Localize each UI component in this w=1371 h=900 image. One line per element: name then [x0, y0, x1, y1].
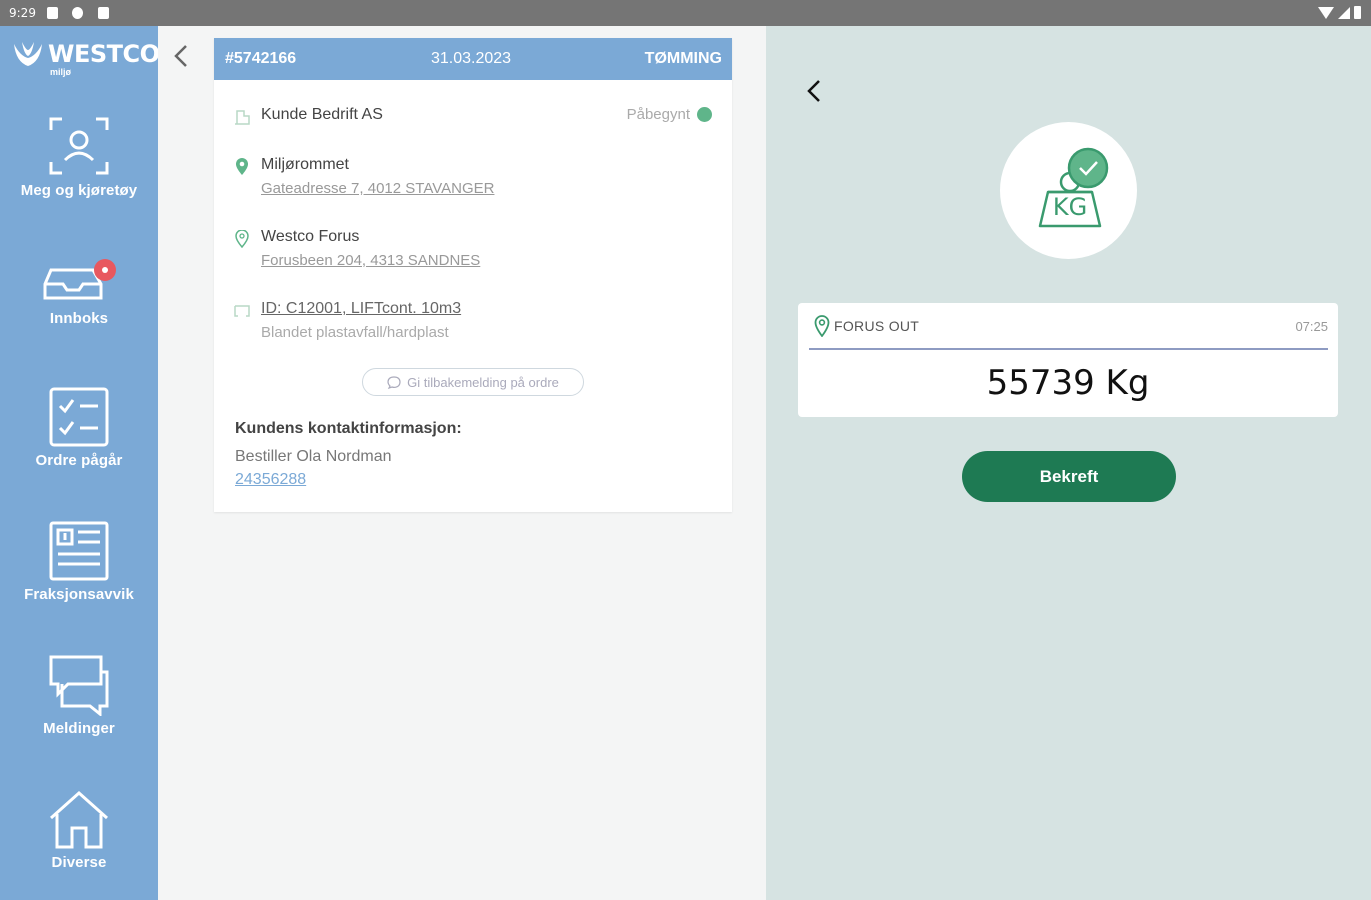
container-row: ID: C12001, LIFTcont. 10m3 Blandet plast… — [234, 300, 712, 348]
logo-subtitle: miljø — [50, 67, 72, 77]
sidebar-item-label: Innboks — [49, 310, 109, 327]
feedback-button[interactable]: Gi tilbakemelding på ordre — [362, 368, 584, 396]
back-arrow-icon[interactable] — [804, 76, 826, 106]
confirm-button[interactable]: Bekreft — [962, 451, 1176, 502]
back-arrow-icon[interactable] — [170, 42, 194, 70]
sidebar-item-label: Meg og kjøretøy — [20, 182, 138, 199]
fraction-name: Blandet plastavfall/hardplast — [261, 324, 449, 341]
status-bar: 9:29 — [0, 0, 1371, 26]
contact-title: Kundens kontaktinformasjon: — [235, 420, 462, 437]
order-date: 31.03.2023 — [431, 50, 512, 67]
checklist-icon — [49, 387, 109, 447]
weigh-time: 07:25 — [1295, 319, 1328, 334]
sidebar-item-innboks[interactable]: Innboks — [0, 256, 158, 366]
sidebar-item-label: Ordre pågår — [35, 452, 123, 469]
notification-icon — [47, 7, 58, 19]
sidebar-item-fraksjonsavvik[interactable]: Fraksjonsavvik — [0, 520, 158, 630]
order-card-header: #5742166 31.03.2023 TØMMING — [214, 38, 732, 80]
sidebar-item-label: Meldinger — [43, 720, 115, 737]
order-panel: #5742166 31.03.2023 TØMMING Kunde Bedrif… — [158, 26, 766, 900]
weight-illustration: KG — [1000, 122, 1137, 259]
logo-text: WESTCO — [48, 40, 160, 68]
order-status: Påbegynt — [627, 106, 712, 123]
sidebar-item-meldinger[interactable]: Meldinger — [0, 654, 158, 764]
logo-leaf-icon — [14, 42, 42, 66]
weight-value: 55739 Kg — [986, 363, 1150, 403]
dropoff-row: Westco Forus Forusbeen 204, 4313 SANDNES — [234, 228, 712, 276]
sync-icon — [72, 7, 83, 19]
location-pin-outline-icon — [235, 230, 249, 248]
home-icon — [50, 790, 108, 849]
confirm-label: Bekreft — [1039, 466, 1099, 486]
contact-name: Bestiller Ola Nordman — [235, 448, 392, 465]
report-icon — [49, 521, 109, 581]
divider — [809, 348, 1328, 350]
container-id[interactable]: ID: C12001, LIFTcont. 10m3 — [261, 300, 461, 318]
building-icon — [235, 110, 250, 125]
customer-name: Kunde Bedrift AS — [261, 106, 383, 123]
order-id: #5742166 — [225, 50, 297, 67]
battery-icon — [1354, 6, 1361, 19]
pickup-row: Miljørommet Gateadresse 7, 4012 STAVANGE… — [234, 156, 712, 204]
signal-icon — [1338, 6, 1350, 19]
westco-logo: WESTCO miljø — [10, 38, 160, 82]
location-pin-icon — [814, 315, 830, 337]
inbox-icon — [43, 259, 116, 300]
sidebar-item-diverse[interactable]: Diverse — [0, 790, 158, 900]
sidebar-item-label: Diverse — [51, 854, 107, 871]
status-time: 9:29 — [9, 6, 36, 20]
dropoff-address-link[interactable]: Forusbeen 204, 4313 SANDNES — [261, 252, 480, 269]
sd-card-icon — [98, 7, 109, 19]
status-dot-icon — [697, 107, 712, 122]
pickup-address-link[interactable]: Gateadresse 7, 4012 STAVANGER — [261, 180, 494, 197]
sidebar-item-meg-og-kjoretoy[interactable]: Meg og kjøretøy — [0, 114, 158, 224]
sidebar-item-label: Fraksjonsavvik — [24, 586, 134, 603]
status-text: Påbegynt — [626, 106, 690, 123]
contact-phone-link[interactable]: 24356288 — [235, 471, 306, 489]
pickup-name: Miljørommet — [261, 156, 349, 173]
location-pin-icon — [236, 158, 248, 175]
kg-icon-text: KG — [1053, 193, 1087, 221]
weigh-location: FORUS OUT — [834, 318, 920, 334]
person-scan-icon — [49, 117, 109, 175]
feedback-label: Gi tilbakemelding på ordre — [407, 374, 559, 390]
weighing-panel: KG FORUS OUT 07:25 55739 Kg Bekreft — [766, 26, 1371, 900]
chat-icon — [49, 655, 109, 716]
kg-weight-check-icon: KG — [1038, 147, 1109, 228]
order-type: TØMMING — [644, 50, 722, 67]
wifi-icon — [1318, 6, 1334, 19]
sidebar-item-ordre-pagar[interactable]: Ordre pågår — [0, 386, 158, 496]
weight-card: FORUS OUT 07:25 55739 Kg — [798, 303, 1338, 417]
order-card: #5742166 31.03.2023 TØMMING Kunde Bedrif… — [214, 38, 732, 512]
sidebar: WESTCO miljø Meg og kjøretøy Innboks Ord… — [0, 26, 160, 900]
comment-icon — [387, 375, 401, 389]
container-icon — [234, 305, 250, 317]
dropoff-name: Westco Forus — [261, 228, 360, 245]
